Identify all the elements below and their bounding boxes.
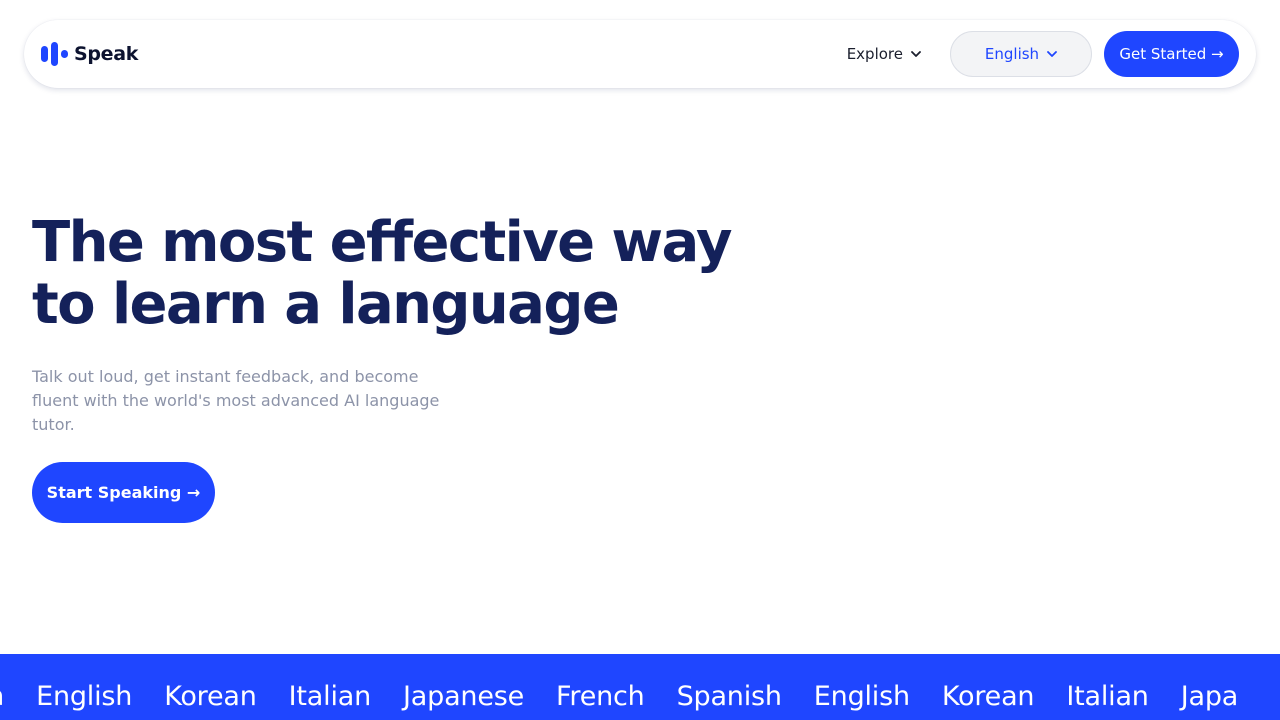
language-selector[interactable]: English [950,31,1092,77]
language-marquee: ish English Korean Italian Japanese French Spa… [0,654,1280,720]
speak-logo-icon [41,42,68,66]
hero-title: The most effective way to learn a langua… [32,210,733,337]
marquee-language-item: Spanish [676,680,782,712]
logo-bar [61,50,68,58]
marquee-language-item: Japanese [403,680,525,712]
chevron-down-icon [911,51,921,57]
language-label: English [984,45,1040,63]
chevron-down-icon [1047,51,1057,57]
marquee-language-item: Korean [164,680,257,712]
marquee-language-item: French [556,680,645,712]
marquee-language-item: Italian [288,680,372,712]
logo-bar [41,46,48,62]
brand-name: Speak [74,43,139,65]
start-speaking-button[interactable]: Start Speaking → [32,462,215,523]
page: Speak Explore English Get Started → The … [0,0,1280,720]
explore-label: Explore [846,45,903,63]
logo-bar [51,42,58,66]
get-started-button[interactable]: Get Started → [1104,31,1239,77]
marquee-track: ish English Korean Italian Japanese French Spa… [0,654,1238,720]
marquee-language-item: Japa [1180,680,1239,712]
navbar: Speak Explore English Get Started → [24,20,1256,88]
marquee-language-item: ish [0,681,4,712]
marquee-language-item: English [36,680,133,712]
logo-link[interactable]: Speak [41,42,138,66]
marquee-language-item: Korean [941,680,1035,712]
marquee-language-item: English [813,680,910,712]
explore-menu-button[interactable]: Explore [847,45,921,63]
hero-subtitle: Talk out loud, get instant feedback, and… [32,367,440,434]
marquee-language-item: Italian [1066,680,1149,712]
